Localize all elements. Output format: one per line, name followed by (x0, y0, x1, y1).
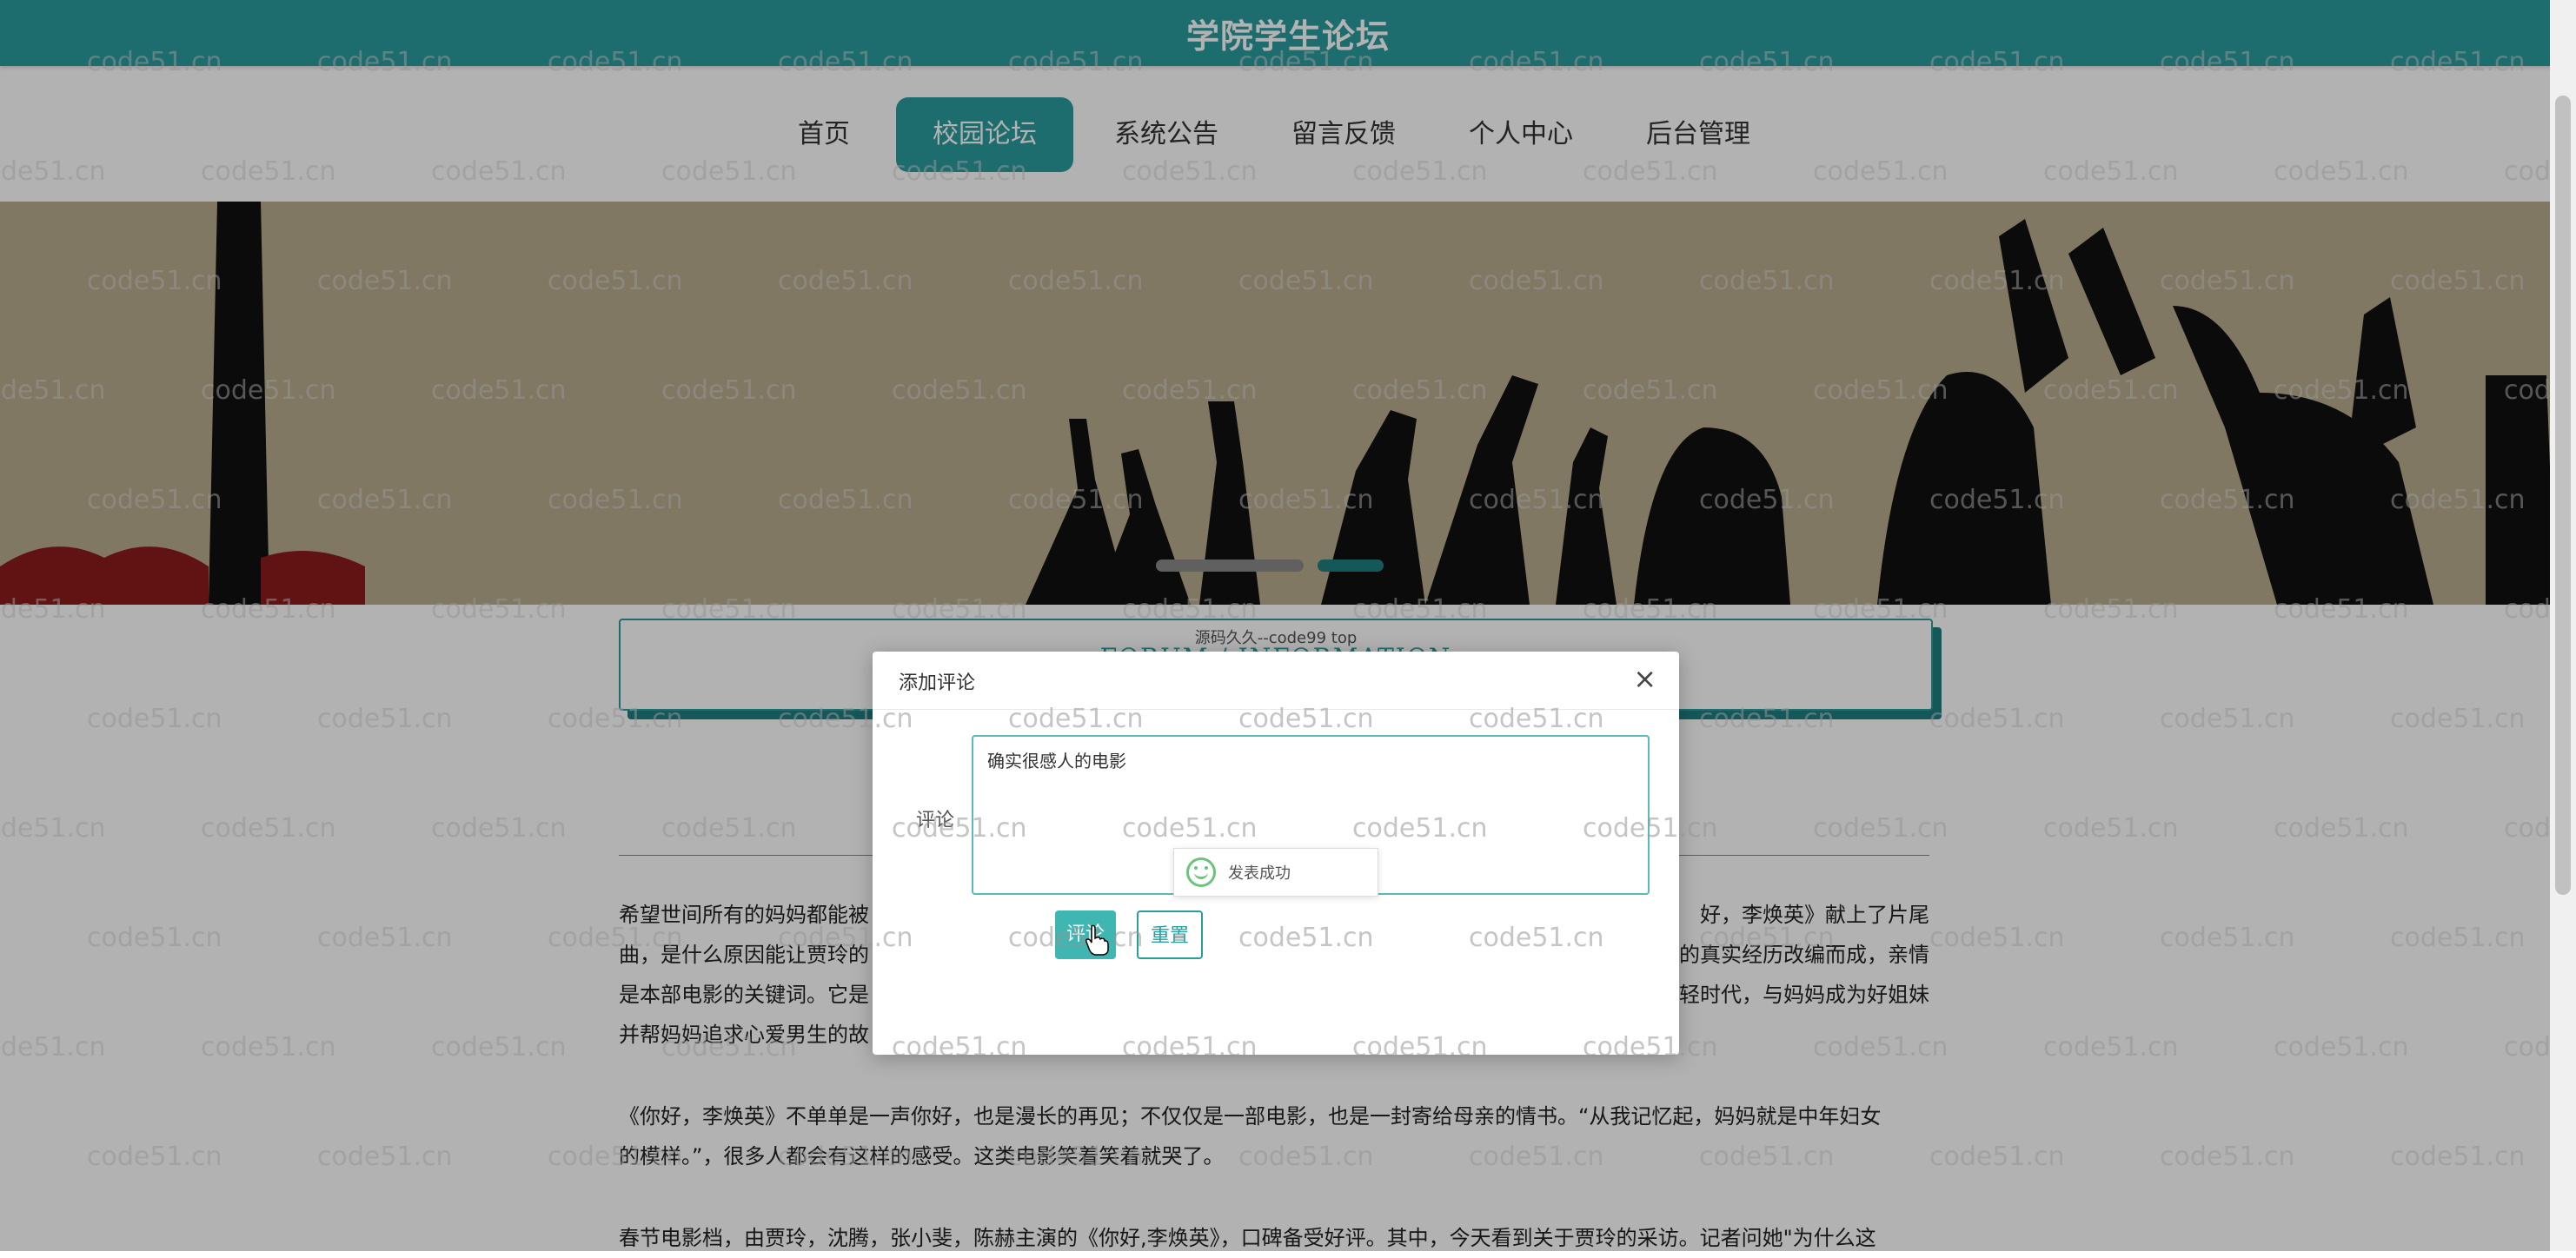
comment-label: 评论 (916, 810, 955, 831)
add-comment-dialog: 添加评论 × 评论 发表成功 评论 重置 (873, 652, 1679, 1055)
dialog-title: 添加评论 (899, 672, 976, 694)
success-toast: 发表成功 (1173, 848, 1378, 897)
close-icon[interactable]: × (1633, 662, 1656, 695)
modal-backdrop[interactable] (0, 0, 2576, 1251)
toast-message: 发表成功 (1228, 864, 1291, 883)
hand-cursor-icon (1086, 924, 1109, 956)
page-scrollbar[interactable] (2550, 0, 2576, 1251)
reset-button[interactable]: 重置 (1137, 910, 1203, 959)
dialog-header: 添加评论 × (873, 652, 1679, 710)
smile-icon (1186, 857, 1216, 887)
scrollbar-thumb[interactable] (2555, 96, 2571, 895)
